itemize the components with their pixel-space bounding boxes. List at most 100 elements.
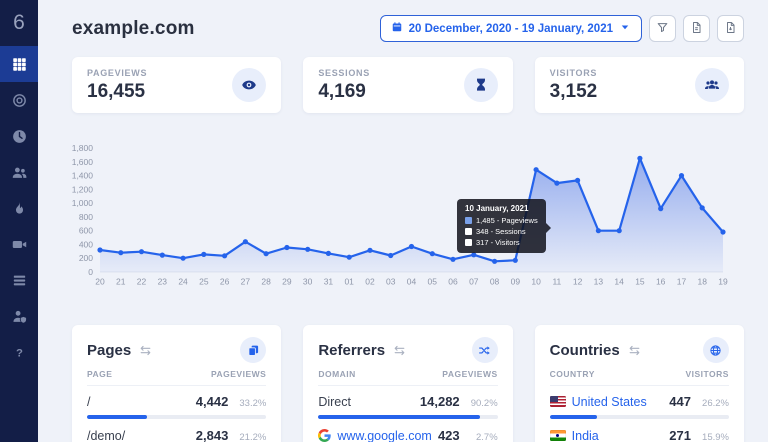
x-axis-label: 12 — [573, 277, 583, 287]
chart-point[interactable] — [513, 258, 518, 263]
chart-point[interactable] — [575, 178, 580, 183]
sidebar-item-user-shield[interactable] — [0, 298, 38, 334]
chart-tooltip: 10 January, 2021 1,485 - Pageviews 348 -… — [457, 199, 546, 253]
chart-point[interactable] — [222, 253, 227, 258]
row-percent: 33.2% — [235, 398, 266, 409]
row-link[interactable]: India — [550, 429, 599, 442]
shuffle-icon[interactable] — [472, 337, 498, 363]
copy-icon[interactable] — [240, 337, 266, 363]
sidebar-item-users[interactable] — [0, 154, 38, 190]
chart-point[interactable] — [554, 181, 559, 186]
header: example.com 20 December, 2020 - 19 Janua… — [72, 0, 744, 57]
chart-point[interactable] — [243, 239, 248, 244]
chart-point[interactable] — [596, 228, 601, 233]
y-axis-label: 0 — [88, 267, 93, 277]
x-axis-label: 06 — [448, 277, 458, 287]
chart-point[interactable] — [679, 173, 684, 178]
swap-arrows-icon[interactable] — [139, 344, 152, 357]
traffic-chart[interactable]: 02004006008001,0001,2001,4001,6001,80020… — [38, 138, 768, 293]
sidebar-item-video-camera[interactable] — [0, 226, 38, 262]
x-axis-label: 29 — [282, 277, 292, 287]
date-range-label: 20 December, 2020 - 19 January, 2021 — [409, 23, 613, 35]
sidebar-item-flame[interactable] — [0, 190, 38, 226]
x-axis-label: 07 — [469, 277, 479, 287]
export-csv-button[interactable] — [683, 15, 710, 42]
pageviews-swatch — [465, 217, 472, 224]
chart-point[interactable] — [492, 259, 497, 264]
x-axis-label: 04 — [407, 277, 417, 287]
sidebar-item-grid[interactable] — [0, 46, 38, 82]
app-logo: 6 — [0, 0, 38, 46]
stat-card-visitors: VISITORS 3,152 — [535, 57, 744, 113]
y-axis-label: 200 — [79, 253, 93, 263]
row-value: 4,442 — [196, 394, 229, 409]
stat-label: VISITORS — [550, 68, 598, 78]
x-axis-label: 20 — [95, 277, 105, 287]
sidebar-item-rows[interactable] — [0, 262, 38, 298]
row-percent: 90.2% — [467, 398, 498, 409]
chart-point[interactable] — [430, 251, 435, 256]
chart-point[interactable] — [118, 250, 123, 255]
x-axis-label: 13 — [594, 277, 604, 287]
sidebar: 6 ? — [0, 0, 38, 442]
x-axis-label: 17 — [677, 277, 687, 287]
pages-title: Pages — [87, 342, 131, 359]
swap-arrows-icon[interactable] — [393, 344, 406, 357]
globe-icon[interactable] — [703, 337, 729, 363]
chart-point[interactable] — [97, 247, 102, 252]
file-lines-icon — [690, 21, 703, 37]
chart-point[interactable] — [201, 252, 206, 257]
y-axis-label: 1,200 — [72, 184, 94, 194]
svg-text:?: ? — [16, 347, 23, 359]
chart-point[interactable] — [181, 256, 186, 261]
chart-point[interactable] — [617, 228, 622, 233]
row-percent: 21.2% — [235, 432, 266, 442]
export-pdf-button[interactable] — [717, 15, 744, 42]
row-percent: 26.2% — [698, 398, 729, 409]
chart-area-fill — [100, 158, 723, 272]
chart-point[interactable] — [160, 253, 165, 258]
caret-down-icon — [619, 21, 631, 36]
chart-point[interactable] — [326, 251, 331, 256]
eye-icon — [232, 68, 266, 102]
row-progress-bar — [87, 415, 266, 419]
chart-point[interactable] — [534, 167, 539, 172]
tooltip-sessions: 348 - Sessions — [476, 227, 526, 236]
column-header: COUNTRY — [550, 369, 595, 379]
chart-point[interactable] — [284, 245, 289, 250]
filter-button[interactable] — [649, 15, 676, 42]
y-axis-label: 1,600 — [72, 157, 94, 167]
chart-point[interactable] — [139, 249, 144, 254]
y-axis-label: 1,800 — [72, 143, 94, 153]
sidebar-item-question[interactable]: ? — [0, 334, 38, 370]
google-favicon — [318, 429, 331, 442]
x-axis-label: 11 — [552, 277, 561, 287]
sidebar-item-target[interactable] — [0, 82, 38, 118]
pages-card: Pages PAGE PAGEVIEWS /4,44233.2%/demo/2,… — [72, 325, 281, 442]
table-row: United States44726.2% — [550, 394, 729, 419]
row-progress-bar — [550, 415, 729, 419]
chart-point[interactable] — [700, 205, 705, 210]
swap-arrows-icon[interactable] — [628, 344, 641, 357]
row-link[interactable]: www.google.com — [318, 429, 432, 442]
x-axis-label: 15 — [635, 277, 645, 287]
chart-point[interactable] — [305, 247, 310, 252]
sidebar-item-clock[interactable] — [0, 118, 38, 154]
table-row: Direct14,28290.2% — [318, 394, 497, 419]
chart-point[interactable] — [658, 206, 663, 211]
chart-point[interactable] — [720, 229, 725, 234]
chart-point[interactable] — [347, 255, 352, 260]
chart-point[interactable] — [409, 244, 414, 249]
row-label: / — [87, 395, 90, 409]
table-row: /demo/2,84321.2% — [87, 428, 266, 442]
chart-point[interactable] — [450, 257, 455, 262]
x-axis-label: 30 — [303, 277, 313, 287]
row-link[interactable]: United States — [550, 395, 647, 409]
date-range-picker[interactable]: 20 December, 2020 - 19 January, 2021 — [380, 15, 642, 42]
chart-point[interactable] — [367, 248, 372, 253]
x-axis-label: 27 — [241, 277, 251, 287]
chart-point[interactable] — [388, 253, 393, 258]
x-axis-label: 16 — [656, 277, 666, 287]
chart-point[interactable] — [637, 156, 642, 161]
chart-point[interactable] — [264, 251, 269, 256]
